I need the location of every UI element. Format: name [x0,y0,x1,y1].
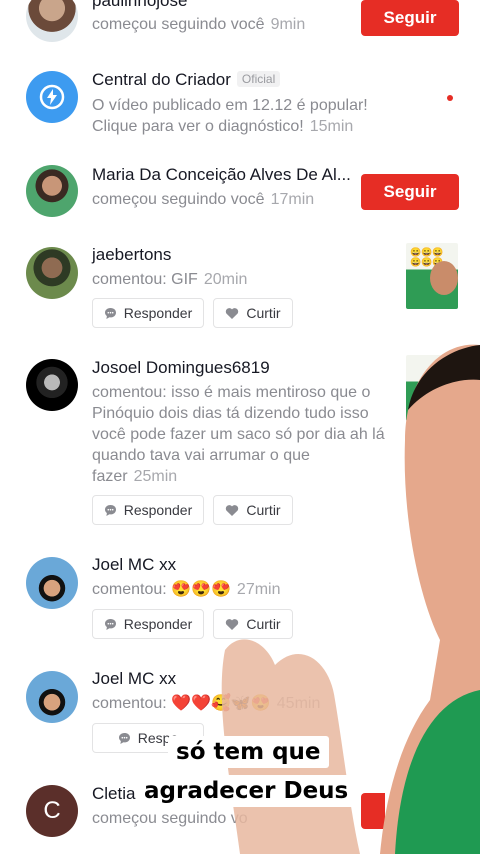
notification-row[interactable]: Josoel Domingues6819 comentou: isso é ma… [0,355,480,535]
video-caption-line2: agradecer Deus [136,775,357,807]
avatar[interactable] [26,557,78,609]
avatar[interactable] [26,671,78,723]
video-thumbnail[interactable] [406,355,458,421]
notification-row[interactable]: paulinhojose começou seguindo você 9min S… [0,0,480,50]
notification-row[interactable]: Joel MC xx comentou: 😍😍😍 27min Responder … [0,552,480,652]
user-name[interactable]: jaebertons [92,245,171,265]
follow-button[interactable]: Seguir [361,174,459,210]
like-button[interactable]: Curtir [213,495,293,525]
chat-bubble-icon [104,618,117,631]
avatar[interactable] [26,165,78,217]
avatar[interactable] [26,0,78,42]
chat-bubble-icon [118,732,131,745]
chat-bubble-icon [104,307,117,320]
like-button[interactable]: Curtir [213,298,293,328]
user-name[interactable]: Josoel Domingues6819 [92,358,270,378]
follow-button[interactable] [361,793,385,829]
user-name[interactable]: Cletia [92,784,135,804]
user-name[interactable]: Joel MC xx [92,555,176,575]
notification-text: começou seguindo você 9min [92,16,306,33]
user-name[interactable]: Central do Criador Oficial [92,70,281,90]
user-name[interactable]: Maria Da Conceição Alves De Al... [92,165,351,185]
notification-text: comentou: ❤️❤️🥰🦋😍 45min [92,695,321,712]
notification-text: comentou: 😍😍😍 27min [92,581,281,598]
official-badge: Oficial [236,71,281,87]
reply-button[interactable]: Responder [92,298,204,328]
notification-text: comentou: isso é mais mentiroso que o Pi… [92,384,385,485]
avatar[interactable] [26,359,78,411]
avatar[interactable] [26,247,78,299]
notification-text: O vídeo publicado em 12.12 é popular! Cl… [92,97,368,135]
notification-text: começou seguindo você 17min [92,191,315,208]
user-name[interactable]: Joel MC xx [92,669,176,689]
lightning-icon [39,84,65,110]
avatar[interactable]: C [26,785,78,837]
notification-row[interactable]: Central do Criador Oficial O vídeo public… [0,60,480,150]
heart-icon [225,618,239,631]
notification-row[interactable]: jaebertons comentou: GIF 20min Responder … [0,240,480,340]
follow-button[interactable]: Seguir [361,0,459,36]
notification-text: começou seguindo vo [92,810,248,827]
user-name[interactable]: paulinhojose [92,0,187,11]
chat-bubble-icon [104,504,117,517]
like-button[interactable]: Curtir [213,609,293,639]
heart-icon [225,504,239,517]
heart-icon [225,307,239,320]
reply-button[interactable]: Responder [92,609,204,639]
video-thumbnail[interactable]: 😀😀😀 😀😀😀 [406,243,458,309]
reply-button[interactable]: Responder [92,495,204,525]
notification-row[interactable]: Maria Da Conceição Alves De Al... começo… [0,160,480,230]
video-caption-line1: só tem que [168,736,329,768]
unread-dot [447,95,453,101]
creator-center-avatar[interactable] [26,71,78,123]
notification-text: comentou: GIF 20min [92,271,248,288]
